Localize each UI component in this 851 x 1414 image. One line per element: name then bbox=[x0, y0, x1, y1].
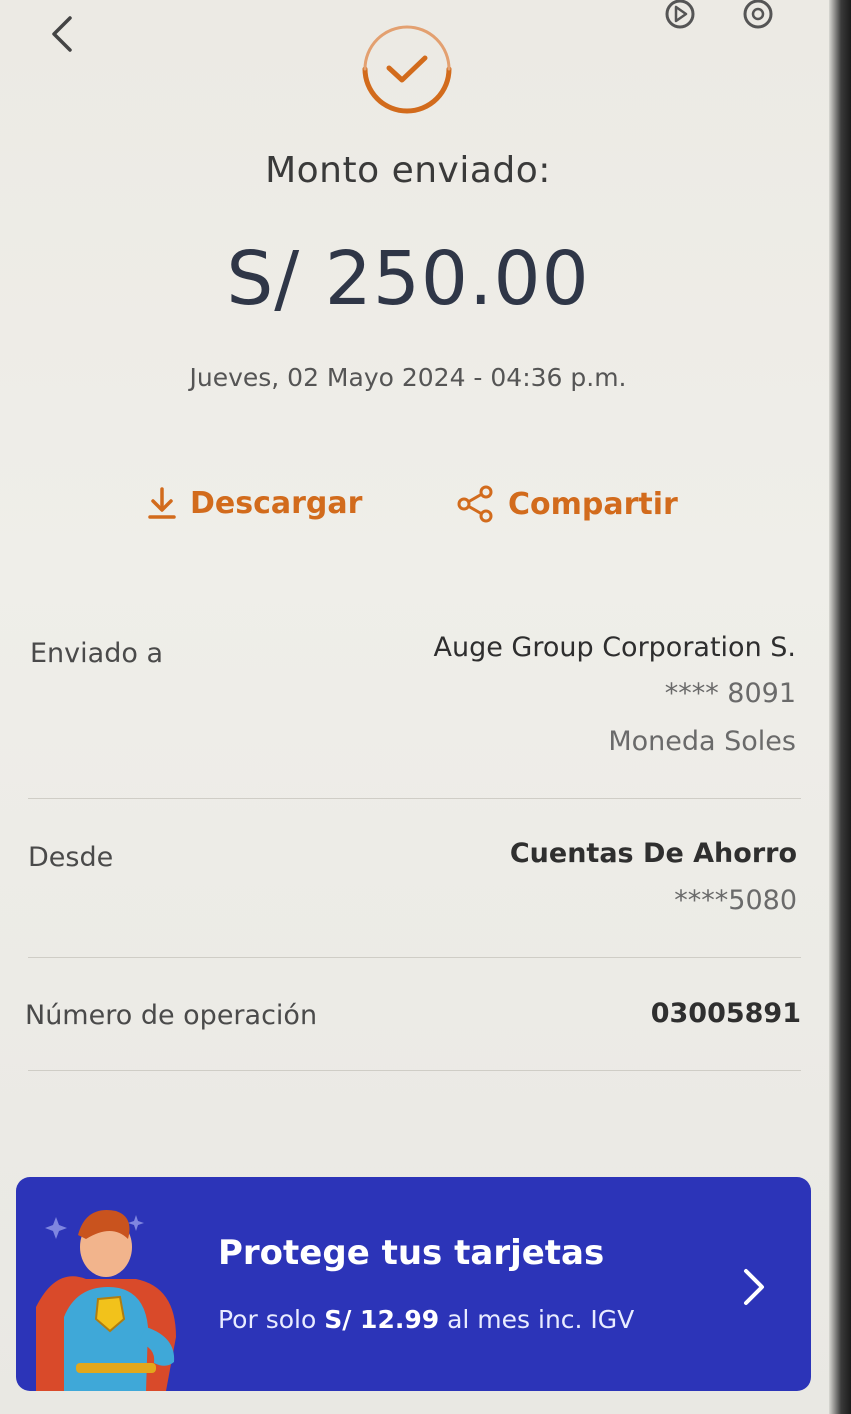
share-label: Compartir bbox=[508, 486, 678, 522]
recipient-currency: Moneda Soles bbox=[608, 726, 796, 757]
banner-price: S/ 12.99 bbox=[324, 1305, 440, 1334]
share-button[interactable]: Compartir bbox=[456, 485, 678, 523]
receipt-screen: Monto enviado: S/ 250.00 Jueves, 02 Mayo… bbox=[0, 0, 851, 1414]
transaction-datetime: Jueves, 02 Mayo 2024 - 04:36 p.m. bbox=[189, 363, 627, 392]
banner-subtitle-suffix: al mes inc. IGV bbox=[439, 1305, 635, 1334]
play-badge-icon[interactable] bbox=[660, 0, 700, 34]
superhero-mascot-icon bbox=[36, 1210, 176, 1391]
download-button[interactable]: Descargar bbox=[146, 485, 362, 521]
divider bbox=[28, 1070, 801, 1071]
card-protection-banner[interactable]: Protege tus tarjetas Por solo S/ 12.99 a… bbox=[16, 1177, 811, 1391]
back-button[interactable] bbox=[44, 12, 84, 56]
source-account-number: ****5080 bbox=[674, 885, 797, 916]
download-icon bbox=[148, 487, 176, 519]
sent-to-label: Enviado a bbox=[30, 638, 163, 669]
sent-amount: S/ 250.00 bbox=[226, 236, 590, 322]
chevron-right-icon bbox=[744, 1269, 764, 1305]
banner-subtitle: Por solo S/ 12.99 al mes inc. IGV bbox=[218, 1305, 634, 1334]
source-account-type: Cuentas De Ahorro bbox=[509, 838, 797, 869]
banner-subtitle-prefix: Por solo bbox=[218, 1305, 325, 1334]
page-title: Monto enviado: bbox=[265, 150, 551, 191]
operation-number: 03005891 bbox=[650, 998, 801, 1029]
banner-title: Protege tus tarjetas bbox=[218, 1233, 605, 1273]
divider bbox=[28, 798, 801, 799]
recipient-name: Auge Group Corporation S. bbox=[433, 632, 797, 663]
device-frame-edge bbox=[829, 0, 851, 1414]
share-icon bbox=[457, 485, 493, 523]
from-label: Desde bbox=[28, 842, 114, 873]
divider bbox=[28, 957, 801, 958]
operation-number-label: Número de operación bbox=[25, 1000, 318, 1031]
refresh-badge-icon[interactable] bbox=[738, 0, 778, 34]
chevron-left-icon bbox=[52, 16, 72, 52]
download-label: Descargar bbox=[190, 485, 363, 521]
recipient-account: **** 8091 bbox=[664, 678, 796, 709]
check-circle-icon bbox=[357, 24, 457, 114]
